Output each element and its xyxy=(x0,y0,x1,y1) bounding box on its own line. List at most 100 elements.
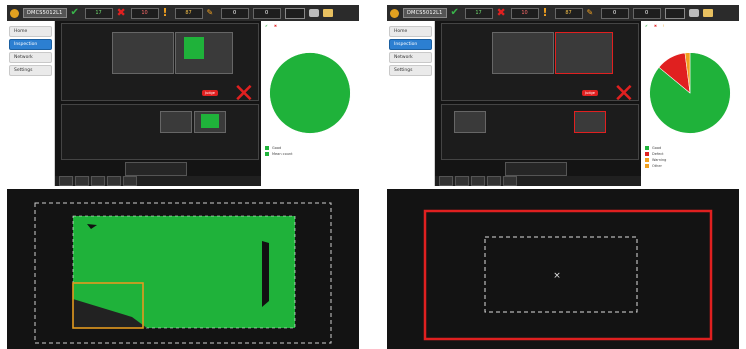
app-logo-icon xyxy=(10,8,19,18)
camera-icon[interactable] xyxy=(688,9,699,17)
camera-thumbnail xyxy=(160,111,192,133)
legend-label: Good xyxy=(652,146,662,150)
legend-swatch xyxy=(645,146,649,150)
judge-button[interactable]: Judge xyxy=(582,90,598,96)
pie-legend: Good Defect Warning Other xyxy=(645,145,737,169)
left-screen: DMCS5012L1 ✔ 17 ✖ 10 ! 87 ✎ 0 0 Home Ins… xyxy=(7,0,359,349)
camera-thumbnail xyxy=(112,32,174,74)
history-cell[interactable] xyxy=(487,176,501,186)
legend-label: Warning xyxy=(652,158,667,162)
ng-counter: 10 xyxy=(130,7,159,19)
camera-thumbnail-roi xyxy=(194,111,226,133)
warning-counter: 87 xyxy=(554,7,583,19)
history-cell[interactable] xyxy=(439,176,453,186)
folder-icon[interactable] xyxy=(702,9,713,17)
edge-defect xyxy=(262,241,269,307)
camera-thumbnail xyxy=(492,32,554,74)
legend-swatch xyxy=(265,146,269,150)
camera-thumbnail-roi xyxy=(175,32,233,74)
sidebar-item-home[interactable]: Home xyxy=(9,26,52,37)
history-strip xyxy=(55,176,265,186)
inspection-view-area: Judge ✕ xyxy=(55,21,265,186)
ok-counter: 17 xyxy=(84,7,113,19)
wrench-icon[interactable]: ✎ xyxy=(587,8,597,18)
legend-swatch xyxy=(645,164,649,168)
other-counter: 0 xyxy=(252,7,281,19)
ok-check-icon: ✔ xyxy=(450,7,459,18)
tool-title: DMCS5012L1 xyxy=(23,8,67,18)
ok-counter: 17 xyxy=(464,7,493,19)
ng-outer-frame xyxy=(423,209,713,341)
enlarged-camera-view xyxy=(7,189,359,349)
sidebar-item-network[interactable]: Network xyxy=(389,52,432,63)
warning-icon: ! xyxy=(542,6,548,19)
right-screen: DMCS5012L1 ✔ 17 ✖ 10 ! 87 ✎ 0 0 Home Ins… xyxy=(387,0,739,349)
inspection-view-area: Judge ✕ xyxy=(435,21,645,186)
sidebar-item-inspection[interactable]: Inspection xyxy=(9,39,52,50)
ng-cross-icon: ✖ xyxy=(273,24,277,28)
history-cell[interactable] xyxy=(107,176,121,186)
legend-label: Mean count xyxy=(272,152,293,156)
info-grid xyxy=(505,162,567,176)
history-cell[interactable] xyxy=(123,176,137,186)
statistics-panel: ✔ ✖ Good Mean count xyxy=(261,21,359,186)
pie-slice-good xyxy=(269,52,351,134)
history-cell[interactable] xyxy=(91,176,105,186)
legend-row: Other xyxy=(645,163,737,169)
legend-label: Other xyxy=(652,164,662,168)
sidebar-item-settings[interactable]: Settings xyxy=(9,65,52,76)
toolbar: DMCS5012L1 ✔ 17 ✖ 10 ! 87 ✎ 0 0 xyxy=(7,5,359,21)
sidebar: Home Inspection Network Settings xyxy=(7,21,55,186)
camera-thumbnail-roi xyxy=(555,32,613,74)
camera-icon[interactable] xyxy=(308,9,319,17)
history-strip xyxy=(435,176,645,186)
history-cell[interactable] xyxy=(503,176,517,186)
result-pie-chart xyxy=(649,52,731,134)
history-cell[interactable] xyxy=(75,176,89,186)
ng-cross-icon: ✖ xyxy=(496,6,506,19)
camera-thumbnail xyxy=(454,111,486,133)
folder-icon[interactable] xyxy=(322,9,333,17)
legend-swatch xyxy=(265,152,269,156)
legend-swatch xyxy=(645,158,649,162)
setup-counter: 0 xyxy=(600,7,629,19)
clock-display xyxy=(664,7,685,19)
sidebar-item-settings[interactable]: Settings xyxy=(389,65,432,76)
enlarged-camera-view: × xyxy=(387,189,739,349)
sidebar-item-network[interactable]: Network xyxy=(9,52,52,63)
sidebar-item-inspection[interactable]: Inspection xyxy=(389,39,432,50)
camera-pane-top[interactable]: Judge xyxy=(61,23,259,101)
info-grid xyxy=(125,162,187,176)
wrench-icon[interactable]: ✎ xyxy=(207,8,217,18)
other-counter: 0 xyxy=(632,7,661,19)
history-cell[interactable] xyxy=(471,176,485,186)
toolbar: DMCS5012L1 ✔ 17 ✖ 10 ! 87 ✎ 0 0 xyxy=(387,5,739,21)
center-cross-icon: × xyxy=(553,271,561,281)
ng-counter: 10 xyxy=(510,7,539,19)
warning-counter: 87 xyxy=(174,7,203,19)
good-region xyxy=(184,37,204,59)
history-cell[interactable] xyxy=(455,176,469,186)
sidebar-item-home[interactable]: Home xyxy=(389,26,432,37)
statistics-panel: ✔ ✖ ! Good Defect Warning Other xyxy=(641,21,739,186)
camera-thumbnail-roi xyxy=(574,111,606,133)
legend-label: Good xyxy=(272,146,282,150)
clock-display xyxy=(284,7,305,19)
app-logo-icon xyxy=(390,8,399,18)
camera-pane-top[interactable]: Judge xyxy=(441,23,639,101)
good-region xyxy=(201,114,219,128)
camera-pane-bottom[interactable] xyxy=(441,104,639,160)
stat-header: ✔ ✖ ! xyxy=(645,24,664,28)
ok-check-icon: ✔ xyxy=(70,7,79,18)
ng-cross-icon: ✖ xyxy=(653,24,657,28)
history-cell[interactable] xyxy=(59,176,73,186)
warning-icon: ! xyxy=(162,6,168,19)
ok-check-icon: ✔ xyxy=(645,24,648,28)
result-pie-chart xyxy=(269,52,351,134)
legend-swatch xyxy=(645,152,649,156)
pie-legend: Good Mean count xyxy=(265,145,357,157)
judge-button[interactable]: Judge xyxy=(202,90,218,96)
sidebar: Home Inspection Network Settings xyxy=(387,21,435,186)
camera-pane-bottom[interactable] xyxy=(61,104,259,160)
enlarged-view-canvas: × xyxy=(423,209,713,341)
